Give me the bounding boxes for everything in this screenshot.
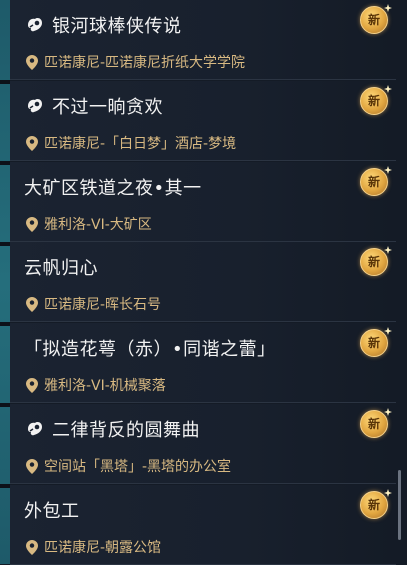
stripe-divider (0, 80, 10, 84)
stripe-divider (0, 484, 10, 488)
mission-title-row: 二律背反的圆舞曲 (24, 416, 200, 442)
mission-location-row: 空间站「黑塔」-黑塔的办公室 (26, 456, 231, 476)
mission-location-row: 匹诺康尼-晖长石号 (26, 294, 161, 314)
stripe-divider (0, 242, 10, 246)
new-badge-icon: 新 (358, 4, 392, 38)
mission-list-item[interactable]: 云帆归心 匹诺康尼-晖长石号 新 (10, 242, 396, 322)
location-pin-icon (26, 216, 38, 232)
location-pin-icon (26, 458, 38, 474)
new-badge-icon: 新 (358, 85, 392, 119)
mission-type-icon (24, 14, 46, 36)
mission-title-row: 云帆归心 (24, 254, 98, 280)
mission-title: 大矿区铁道之夜•其一 (24, 178, 202, 199)
new-badge-icon: 新 (358, 408, 392, 442)
mission-title: 「拟造花萼（赤）•同谐之蕾」 (24, 339, 276, 360)
mission-location: 雅利洛-VI-机械聚落 (44, 378, 166, 394)
mission-title: 银河球棒侠传说 (52, 16, 182, 37)
mission-location: 匹诺康尼-晖长石号 (44, 297, 162, 313)
location-pin-icon (26, 135, 38, 151)
mission-location-row: 雅利洛-VI-大矿区 (26, 214, 152, 234)
mission-location: 空间站「黑塔」-黑塔的办公室 (44, 459, 232, 475)
mission-type-icon (24, 418, 46, 440)
mission-list-item[interactable]: 「拟造花萼（赤）•同谐之蕾」 雅利洛-VI-机械聚落 新 (10, 323, 396, 403)
new-badge-icon: 新 (358, 489, 392, 523)
mission-list-item[interactable]: 银河球棒侠传说 匹诺康尼-匹诺康尼折纸大学学院 新 (10, 0, 396, 80)
new-badge-icon: 新 (358, 327, 392, 361)
mission-location-row: 雅利洛-VI-机械聚落 (26, 375, 166, 395)
stripe-divider (0, 161, 10, 165)
mission-location: 匹诺康尼-匹诺康尼折纸大学学院 (44, 55, 246, 71)
mission-location-row: 匹诺康尼-匹诺康尼折纸大学学院 (26, 52, 245, 72)
mission-location: 匹诺康尼-朝露公馆 (44, 540, 162, 556)
mission-title-row: 银河球棒侠传说 (24, 12, 182, 38)
location-pin-icon (26, 377, 38, 393)
mission-title: 云帆归心 (24, 258, 98, 279)
mission-title-row: 大矿区铁道之夜•其一 (24, 174, 202, 200)
scrollbar-thumb[interactable] (398, 470, 401, 540)
mission-location-row: 匹诺康尼-「白日梦」酒店-梦境 (26, 133, 236, 153)
mission-list-item[interactable]: 外包工 匹诺康尼-朝露公馆 新 (10, 485, 396, 565)
mission-location: 雅利洛-VI-大矿区 (44, 217, 152, 233)
new-badge-icon: 新 (358, 246, 392, 280)
mission-title-row: 外包工 (24, 497, 80, 523)
left-accent-stripe (0, 0, 10, 564)
mission-list-item[interactable]: 二律背反的圆舞曲 空间站「黑塔」-黑塔的办公室 新 (10, 404, 396, 484)
mission-list-item[interactable]: 大矿区铁道之夜•其一 雅利洛-VI-大矿区 新 (10, 162, 396, 242)
location-pin-icon (26, 539, 38, 555)
mission-title: 二律背反的圆舞曲 (52, 420, 200, 441)
mission-title-row: 不过一晌贪欢 (24, 93, 163, 119)
mission-type-icon (24, 95, 46, 117)
mission-title-row: 「拟造花萼（赤）•同谐之蕾」 (24, 335, 276, 361)
mission-location: 匹诺康尼-「白日梦」酒店-梦境 (44, 136, 237, 152)
stripe-divider (0, 322, 10, 326)
mission-title: 外包工 (24, 501, 80, 522)
mission-list-item[interactable]: 不过一晌贪欢 匹诺康尼-「白日梦」酒店-梦境 新 (10, 81, 396, 161)
mission-location-row: 匹诺康尼-朝露公馆 (26, 537, 161, 557)
location-pin-icon (26, 54, 38, 70)
mission-title: 不过一晌贪欢 (52, 97, 163, 118)
stripe-divider (0, 403, 10, 407)
new-badge-icon: 新 (358, 166, 392, 200)
location-pin-icon (26, 296, 38, 312)
